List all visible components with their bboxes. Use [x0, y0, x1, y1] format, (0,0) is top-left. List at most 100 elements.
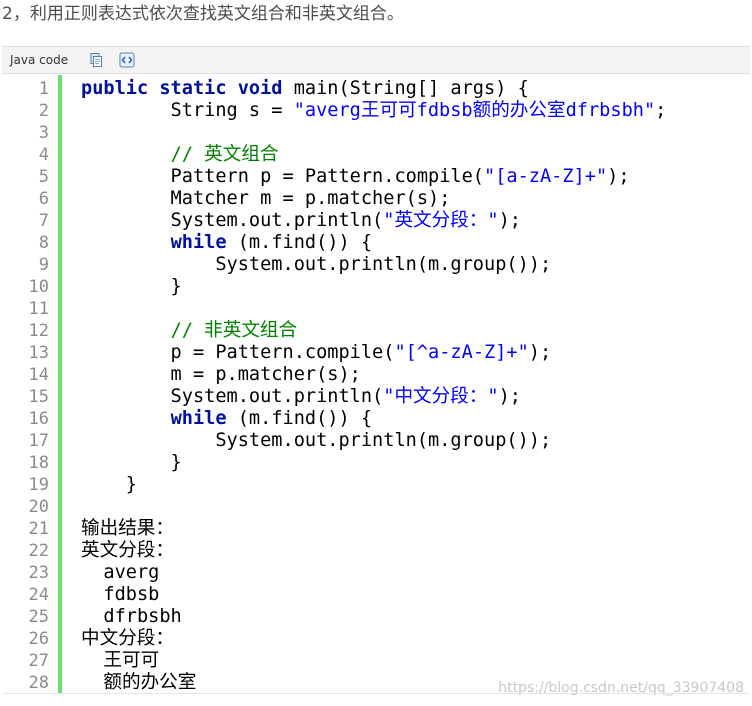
watermark: https://blog.csdn.net/qq_33907408 [498, 680, 744, 696]
code-token: 输出结果： [81, 518, 174, 539]
code-keyword: public static void [81, 78, 283, 99]
code-token: 额的办公室 [81, 672, 197, 693]
code-text: fdbsb [81, 584, 159, 606]
line-number: 13 [28, 343, 49, 363]
code-token: System.out.println(m.group()); [81, 430, 552, 451]
code-token: (m.find()) { [226, 408, 373, 429]
code-line: 16 while (m.find()) { [2, 408, 750, 430]
code-line: 11 [2, 298, 750, 320]
code-block: 1 public static void main(String[] args) … [2, 75, 750, 694]
code-line: 8 while (m.find()) { [2, 232, 750, 254]
code-token: averg [81, 562, 160, 583]
code-text: } [81, 276, 182, 298]
code-line: 3 [2, 122, 750, 144]
code-text: dfrbsbh [81, 606, 182, 628]
line-number: 24 [28, 585, 49, 605]
code-line: 24 fdbsb [2, 584, 750, 606]
code-text: System.out.println("英文分段："); [81, 210, 521, 232]
code-line: 7 System.out.println("英文分段："); [2, 210, 750, 232]
line-number: 18 [28, 453, 49, 473]
code-line: 18 } [2, 452, 750, 474]
code-text: System.out.println(m.group()); [81, 254, 551, 276]
code-text: // 英文组合 [81, 144, 279, 166]
code-token: Pattern p = Pattern.compile( [81, 166, 484, 187]
code-token: p = Pattern.compile( [81, 342, 395, 363]
code-string: "英文分段：" [383, 210, 499, 231]
code-text: public static void main(String[] args) { [81, 78, 529, 100]
code-token: } [81, 474, 137, 495]
code-token: Matcher m = p.matcher(s); [81, 188, 451, 209]
code-text: Matcher m = p.matcher(s); [81, 188, 451, 210]
code-comment: // 非英文组合 [170, 320, 298, 341]
code-string: "[a-zA-Z]+" [484, 166, 608, 187]
code-line: 20 [2, 496, 750, 518]
line-number: 26 [28, 629, 49, 649]
line-number: 23 [28, 563, 49, 583]
line-number: 5 [38, 167, 49, 187]
line-number: 12 [28, 321, 49, 341]
code-token: 中文分段： [81, 628, 174, 649]
code-comment: // 英文组合 [170, 144, 279, 165]
code-text: System.out.println(m.group()); [81, 430, 551, 452]
code-token: ); [498, 386, 521, 407]
line-number: 8 [38, 233, 49, 253]
code-text: // 非英文组合 [81, 320, 298, 342]
code-line: 6 Matcher m = p.matcher(s); [2, 188, 750, 210]
line-number: 16 [28, 409, 49, 429]
line-number: 9 [38, 255, 49, 275]
code-token: System.out.println(m.group()); [81, 254, 552, 275]
code-line: 10 } [2, 276, 750, 298]
code-line: 9 System.out.println(m.group()); [2, 254, 750, 276]
code-token: (m.find()) { [226, 232, 373, 253]
line-number: 7 [38, 211, 49, 231]
line-number: 2 [38, 101, 49, 121]
code-line: 21 输出结果： [2, 518, 750, 540]
code-text: 输出结果： [81, 518, 174, 540]
code-token: 英文分段： [81, 540, 174, 561]
code-text: Pattern p = Pattern.compile("[a-zA-Z]+")… [81, 166, 630, 188]
code-text: } [81, 474, 137, 496]
line-number: 11 [28, 299, 49, 319]
code-text: 中文分段： [81, 628, 174, 650]
line-number: 19 [28, 475, 49, 495]
code-line: 27 王可可 [2, 650, 750, 672]
line-number: 4 [38, 145, 49, 165]
code-line: 17 System.out.println(m.group()); [2, 430, 750, 452]
code-token: } [81, 452, 182, 473]
code-token: dfrbsbh [81, 606, 182, 627]
code-line: 12 // 非英文组合 [2, 320, 750, 342]
code-token: ); [607, 166, 630, 187]
code-line: 19 } [2, 474, 750, 496]
code-line: 5 Pattern p = Pattern.compile("[a-zA-Z]+… [2, 166, 750, 188]
code-text: averg [81, 562, 159, 584]
code-token: ); [498, 210, 521, 231]
code-string: "[^a-zA-Z]+" [394, 342, 529, 363]
code-text: 英文分段： [81, 540, 174, 562]
code-text: } [81, 452, 182, 474]
code-token: } [81, 276, 182, 297]
section-heading: 2，利用正则表达式依次查找英文组合和非英文组合。 [2, 4, 404, 24]
line-number: 25 [28, 607, 49, 627]
line-number: 17 [28, 431, 49, 451]
line-number: 3 [38, 123, 49, 143]
code-token: ; [655, 100, 667, 121]
language-label: Java code [10, 53, 69, 67]
line-number: 27 [28, 651, 49, 671]
code-line: 15 System.out.println("中文分段："); [2, 386, 750, 408]
code-toolbar: Java code [2, 46, 750, 74]
code-line: 13 p = Pattern.compile("[^a-zA-Z]+"); [2, 342, 750, 364]
code-text: System.out.println("中文分段："); [81, 386, 521, 408]
code-token: String s = [81, 100, 294, 121]
code-line: 26 中文分段： [2, 628, 750, 650]
view-source-icon[interactable] [119, 52, 135, 68]
copy-icon[interactable] [88, 52, 104, 68]
code-token: fdbsb [81, 584, 160, 605]
code-line: 22 英文分段： [2, 540, 750, 562]
code-token: main(String[] args) { [282, 78, 529, 99]
line-number: 10 [28, 277, 49, 297]
line-number: 6 [38, 189, 49, 209]
